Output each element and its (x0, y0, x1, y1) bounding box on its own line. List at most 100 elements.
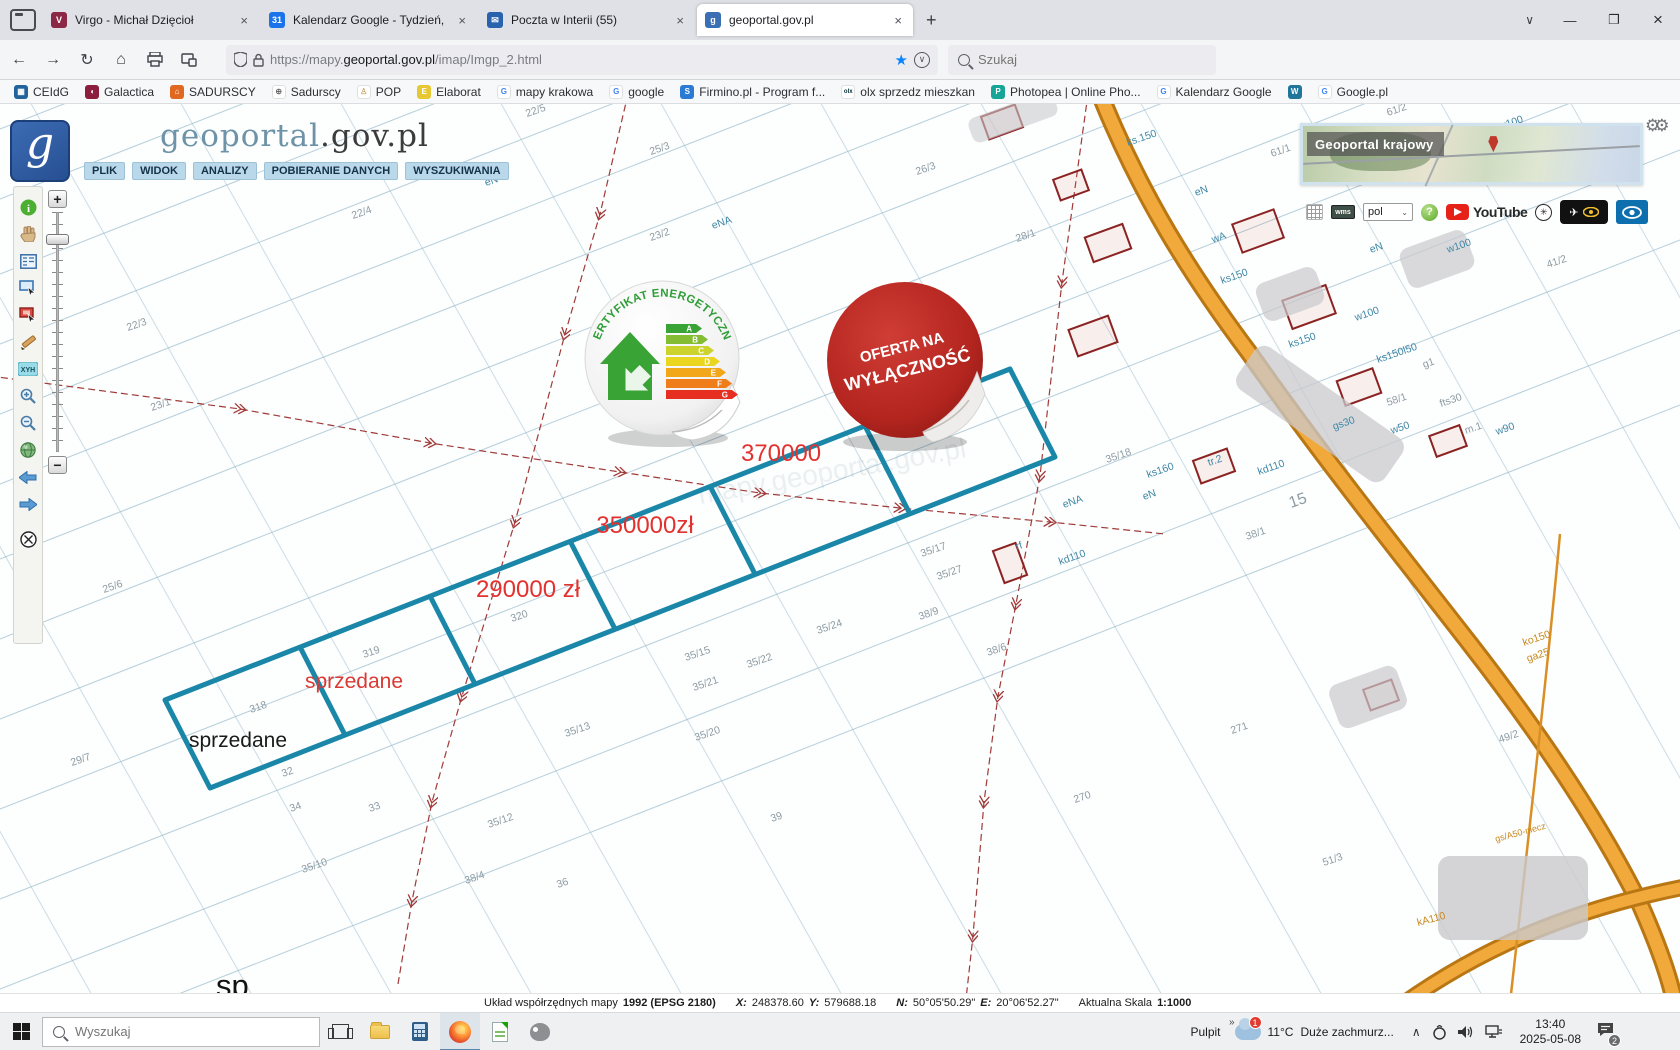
menu-item-widok[interactable]: WIDOK (132, 162, 186, 180)
close-tool-icon[interactable] (17, 529, 39, 549)
parcel-label: 22/5 (524, 104, 547, 120)
bookmark-1[interactable]: ◖Galactica (85, 85, 154, 99)
home-icon[interactable]: ⌂ (106, 46, 136, 74)
libreoffice-button[interactable] (480, 1013, 520, 1050)
zoom-in-button[interactable]: + (48, 190, 67, 208)
back-icon[interactable]: ← (4, 46, 34, 74)
language-select[interactable]: pol ⌄ (1363, 203, 1413, 221)
measure-tool-icon[interactable] (17, 332, 39, 352)
tab-close-icon[interactable]: × (455, 13, 469, 28)
desktop-toolbar[interactable]: Pulpit » (1190, 1025, 1220, 1039)
bookmark-5[interactable]: EElaborat (417, 85, 481, 99)
info-tool-icon[interactable]: i (17, 197, 39, 217)
bookmark-3[interactable]: ⊕Sadurscy (272, 85, 341, 99)
task-view-button[interactable] (320, 1013, 360, 1050)
accessibility-icon[interactable]: ✳ (1535, 204, 1552, 221)
tab-close-icon[interactable]: × (673, 13, 687, 28)
tray-chevron-icon[interactable]: ∧ (1412, 1025, 1421, 1039)
tab-1[interactable]: 31Kalendarz Google - Tydzień, w |× (261, 4, 477, 36)
slider-track[interactable] (56, 212, 59, 452)
tab-close-icon[interactable]: × (891, 13, 905, 28)
taskbar-search[interactable] (42, 1017, 320, 1047)
forward-icon[interactable]: → (38, 46, 68, 74)
new-tab-button[interactable]: + (914, 10, 949, 31)
bookmark-2[interactable]: ⌂SADURSCY (170, 85, 256, 99)
firefox-button[interactable] (440, 1013, 480, 1050)
pocket-icon[interactable]: ∨ (914, 52, 930, 68)
tab-close-icon[interactable]: × (237, 13, 251, 28)
wms-icon[interactable]: wms (1331, 205, 1355, 219)
file-explorer-button[interactable] (360, 1013, 400, 1050)
bookmark-6[interactable]: Gmapy krakowa (497, 85, 593, 99)
bookmark-4[interactable]: ♙POP (357, 85, 401, 99)
close-button[interactable]: × (1636, 0, 1680, 40)
bookmark-0[interactable]: ▦CEIdG (14, 85, 69, 99)
bookmark-7[interactable]: Ggoogle (609, 85, 664, 99)
screenshot-icon[interactable] (174, 46, 204, 74)
shield-icon[interactable] (234, 52, 247, 67)
action-center-button[interactable]: 2 (1597, 1022, 1614, 1042)
svg-text:XYH: XYH (21, 367, 35, 374)
nav-forward-tool-icon[interactable] (17, 494, 39, 514)
bookmark-13[interactable]: GGoogle.pl (1318, 85, 1388, 99)
network-icon[interactable] (1485, 1025, 1502, 1039)
lock-icon[interactable] (253, 53, 264, 67)
bookmark-11[interactable]: GKalendarz Google (1157, 85, 1272, 99)
minimize-button[interactable]: — (1548, 0, 1592, 40)
ime-icon[interactable] (1432, 1025, 1447, 1040)
pan-tool-icon[interactable] (17, 224, 39, 244)
gimp-button[interactable] (520, 1013, 560, 1050)
taskbar-search-input[interactable] (75, 1024, 285, 1039)
start-button[interactable] (13, 1023, 30, 1040)
weather-widget[interactable]: 1 11°C Duże zachmurz... (1235, 1024, 1394, 1040)
parcel-label: 35/22 (745, 651, 774, 671)
flight-view-button[interactable]: ✈ (1560, 200, 1608, 224)
overview-minimap[interactable]: Geoportal krajowy (1300, 123, 1643, 185)
visibility-button[interactable] (1616, 200, 1648, 224)
parcel-label: 39 (769, 810, 784, 825)
globe-tool-icon[interactable] (17, 440, 39, 460)
bookmark-8[interactable]: SFirmino.pl - Program f... (680, 85, 825, 99)
bookmark-star-icon[interactable]: ★ (895, 51, 908, 69)
parcel-label: ks150 (1219, 266, 1250, 287)
print-icon[interactable] (140, 46, 170, 74)
help-icon[interactable]: ? (1421, 204, 1438, 221)
legend-tool-icon[interactable] (17, 251, 39, 271)
menu-item-pobieranie-danych[interactable]: POBIERANIE DANYCH (264, 162, 399, 180)
clock[interactable]: 13:40 2025-05-08 (1520, 1017, 1581, 1047)
bookmark-favicon: G (1318, 85, 1332, 99)
zoom-out-button[interactable]: − (48, 456, 67, 474)
select-red-tool-icon[interactable] (17, 305, 39, 325)
geoportal-logo-tile[interactable]: g (10, 120, 70, 182)
bookmark-10[interactable]: PPhotopea | Online Pho... (991, 85, 1141, 99)
tab-0[interactable]: VVirgo - Michał Dzięcioł× (43, 4, 259, 36)
tab-3[interactable]: ggeoportal.gov.pl× (697, 4, 913, 36)
firefox-view-icon[interactable] (10, 9, 36, 31)
slider-handle[interactable] (46, 234, 69, 245)
zoom-out-tool-icon[interactable] (17, 413, 39, 433)
select-tool-icon[interactable] (17, 278, 39, 298)
nav-back-tool-icon[interactable] (17, 467, 39, 487)
map-canvas[interactable]: mapy.geoportal.gov.pl 22/526/325/323/222… (0, 104, 1680, 1012)
browser-search-box[interactable] (948, 45, 1216, 75)
youtube-button[interactable]: YouTube (1446, 204, 1527, 220)
xyh-tool-icon[interactable]: XYH (17, 359, 39, 379)
tab-2[interactable]: ✉Poczta w Interii (55)× (479, 4, 695, 36)
settings-gears-icon[interactable]: ⚙⚙ (1645, 116, 1663, 136)
menu-item-plik[interactable]: PLIK (84, 162, 125, 180)
tab-list-button[interactable]: ∨ (1511, 13, 1548, 27)
calculator-button[interactable] (400, 1013, 440, 1050)
zoom-slider[interactable]: + − (46, 190, 70, 474)
weather-desc: Duże zachmurz... (1300, 1025, 1393, 1039)
maximize-button[interactable]: ❒ (1592, 0, 1636, 40)
address-bar[interactable]: https://mapy.geoportal.gov.pl/imap/Imgp_… (226, 45, 938, 75)
menu-item-wyszukiwania[interactable]: WYSZUKIWANIA (405, 162, 508, 180)
menu-item-analizy[interactable]: ANALIZY (193, 162, 257, 180)
bookmark-12[interactable]: W (1288, 85, 1302, 99)
bookmark-9[interactable]: olxolx sprzedz mieszkan (841, 85, 975, 99)
zoom-in-tool-icon[interactable] (17, 386, 39, 406)
browser-search-input[interactable] (978, 52, 1178, 67)
grid-icon[interactable] (1306, 204, 1323, 220)
reload-icon[interactable]: ↻ (72, 46, 102, 74)
speaker-icon[interactable] (1458, 1025, 1474, 1039)
